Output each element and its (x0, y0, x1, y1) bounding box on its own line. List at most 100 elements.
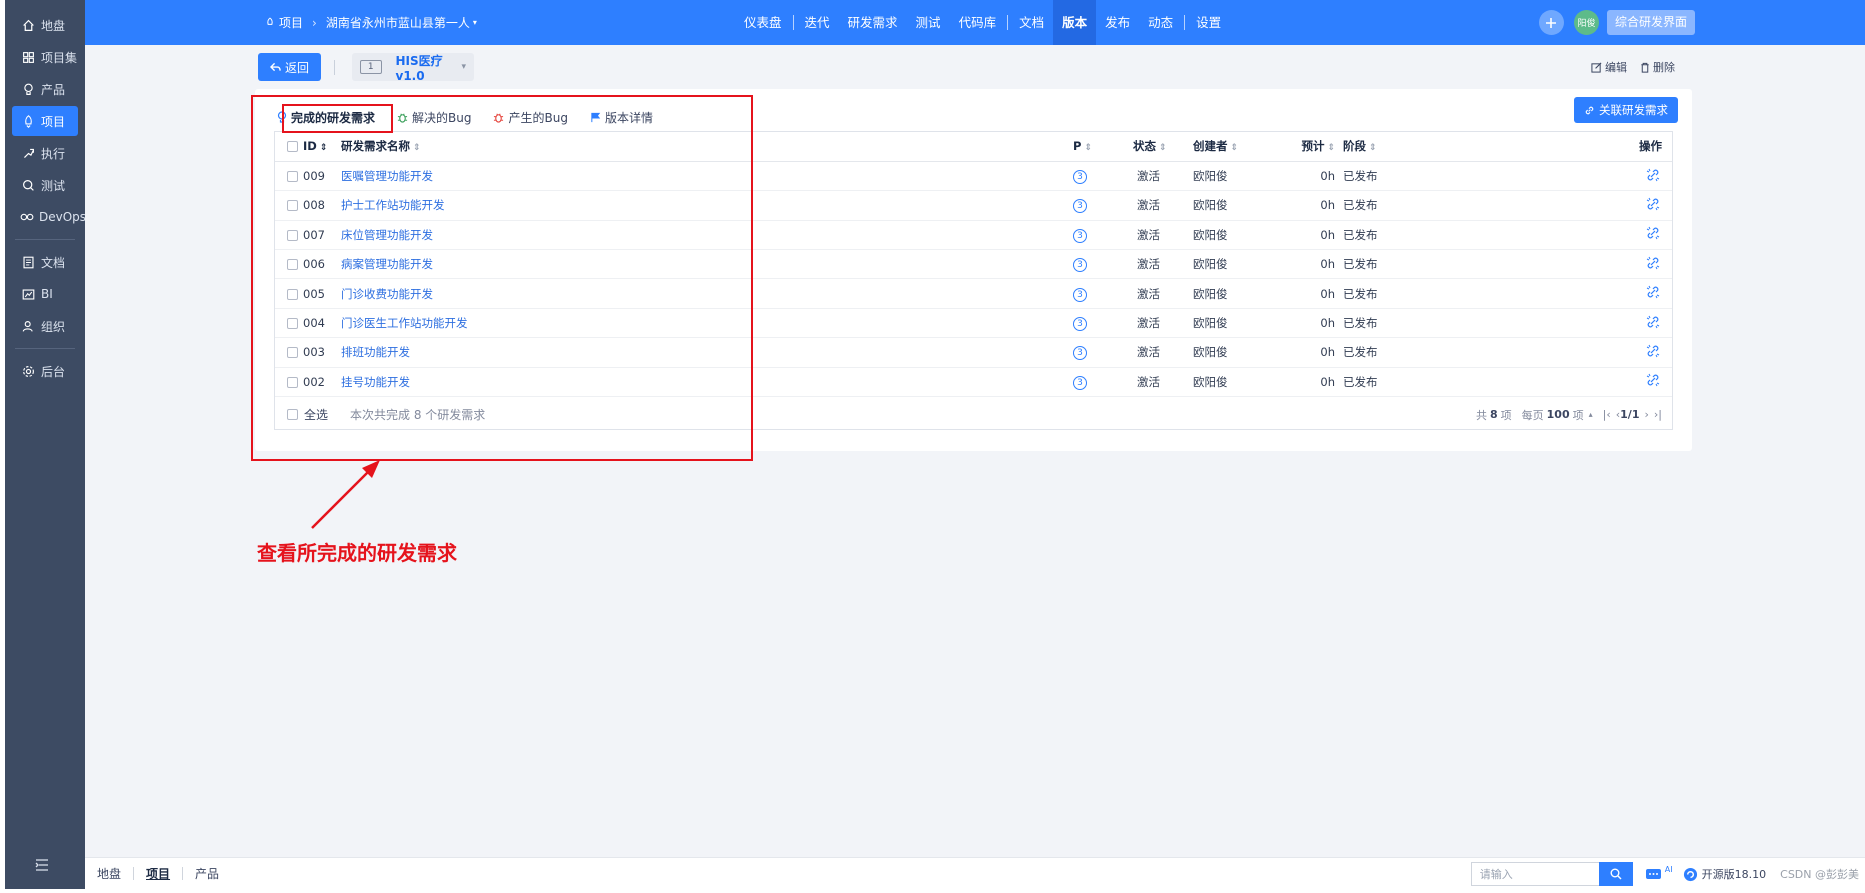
last-page-icon[interactable]: ›| (1654, 408, 1662, 421)
priority-badge: 3 (1073, 258, 1087, 273)
trash-icon (1641, 62, 1649, 73)
doc-icon (20, 254, 36, 270)
sidebar-item-program[interactable]: 项目集 (12, 42, 78, 72)
cell-status: 激活 (1133, 220, 1193, 251)
cell-estimate: 0h (1293, 161, 1343, 192)
sort-icon: ⇕ (1327, 143, 1335, 154)
bottom-bar: 地盘 项目 产品 请输入 AI 开源版18.10 CSDN @彭彭美 (85, 857, 1865, 889)
sidebar-item-execution[interactable]: 执行 (12, 138, 78, 168)
edit-icon (1591, 62, 1602, 73)
cell-estimate: 0h (1293, 190, 1343, 221)
tab-build[interactable]: 版本 (1053, 0, 1097, 45)
sidebar-divider (15, 348, 75, 349)
unlink-icon[interactable] (1646, 285, 1660, 299)
sidebar-item-admin[interactable]: 后台 (12, 356, 78, 386)
ai-chat-button[interactable]: AI (1645, 865, 1673, 882)
version-number-badge: 1 (360, 60, 382, 74)
version-info[interactable]: 开源版18.10 (1683, 866, 1767, 882)
search-button[interactable] (1598, 862, 1633, 886)
home-icon (20, 17, 36, 33)
sort-icon: ⇕ (1084, 143, 1092, 154)
sidebar-item-product[interactable]: 产品 (12, 74, 78, 104)
tab-settings[interactable]: 设置 (1187, 0, 1230, 45)
column-status[interactable]: 状态 ⇕ (1133, 132, 1193, 162)
unlink-icon[interactable] (1646, 256, 1660, 270)
chevron-up-icon[interactable]: ▴ (1589, 410, 1593, 419)
bottom-right: 请输入 AI 开源版18.10 CSDN @彭彭美 (1470, 858, 1865, 890)
column-estimate[interactable]: 预计 ⇕ (1293, 132, 1343, 162)
cell-estimate: 0h (1293, 278, 1343, 309)
sidebar-item-project[interactable]: 项目 (12, 106, 78, 136)
sort-icon: ⇕ (1159, 143, 1167, 154)
cell-stage: 已发布 (1343, 278, 1443, 309)
link-icon (1585, 106, 1594, 114)
tab-iteration[interactable]: 迭代 (796, 0, 839, 45)
annotation-text: 查看所完成的研发需求 (257, 541, 457, 565)
unlink-icon[interactable] (1646, 344, 1660, 358)
sidebar-item-bi[interactable]: BI (12, 279, 78, 309)
unlink-icon[interactable] (1646, 315, 1660, 329)
search-input[interactable]: 请输入 (1470, 862, 1599, 886)
magnifier-icon (20, 177, 36, 193)
column-stage[interactable]: 阶段 ⇕ (1343, 132, 1443, 162)
toolbar-actions: 编辑 删除 (1578, 53, 1675, 81)
breadcrumb-root[interactable]: 项目 (279, 14, 303, 31)
first-page-icon[interactable]: |‹ (1603, 408, 1611, 421)
cell-status: 激活 (1133, 308, 1193, 339)
sidebar-item-label: 项目 (41, 114, 66, 129)
cell-creator: 欧阳俊 (1193, 220, 1293, 251)
sidebar-item-doc[interactable]: 文档 (12, 247, 78, 277)
tab-dynamic[interactable]: 动态 (1139, 0, 1182, 45)
next-page-icon[interactable]: › (1644, 408, 1648, 421)
sidebar-item-devops[interactable]: DevOps (12, 202, 86, 232)
tab-story[interactable]: 研发需求 (839, 0, 907, 45)
link-story-label: 关联研发需求 (1599, 103, 1668, 117)
bottom-link-project[interactable]: 项目 (134, 865, 182, 882)
cell-stage: 已发布 (1343, 249, 1443, 280)
cell-creator: 欧阳俊 (1193, 161, 1293, 192)
total-count: 8 (1490, 408, 1498, 421)
cell-stage: 已发布 (1343, 220, 1443, 251)
tab-test[interactable]: 测试 (907, 0, 950, 45)
sidebar-item-test[interactable]: 测试 (12, 170, 78, 200)
unlink-icon[interactable] (1646, 226, 1660, 240)
cell-stage: 已发布 (1343, 161, 1443, 192)
version-text: 开源版18.10 (1701, 868, 1767, 881)
back-button[interactable]: 返回 (258, 53, 322, 81)
edit-button[interactable]: 编辑 (1591, 59, 1627, 75)
column-priority[interactable]: P ⇕ (1073, 132, 1133, 162)
create-plus-button[interactable] (1538, 10, 1564, 35)
tab-doc[interactable]: 文档 (1010, 0, 1053, 45)
cell-estimate: 0h (1293, 220, 1343, 251)
tab-release[interactable]: 发布 (1096, 0, 1139, 45)
switch-interface-button[interactable]: 综合研发界面 (1606, 10, 1695, 35)
sidebar-item-dashboard[interactable]: 地盘 (12, 10, 78, 40)
unlink-icon[interactable] (1646, 168, 1660, 182)
sort-icon: ⇕ (1369, 143, 1377, 154)
bottom-link-product[interactable]: 产品 (183, 865, 231, 882)
cell-creator: 欧阳俊 (1193, 308, 1293, 339)
avatar[interactable]: 阳俊 (1573, 10, 1599, 35)
rocket-icon (20, 113, 36, 129)
delete-button[interactable]: 删除 (1640, 59, 1675, 75)
per-page-count[interactable]: 100 (1547, 408, 1570, 421)
sidebar-item-org[interactable]: 组织 (12, 311, 78, 341)
chart-icon (20, 286, 36, 302)
breadcrumb-project[interactable]: 湖南省永州市蓝山县第一人 (326, 14, 470, 31)
version-picker[interactable]: 1 HIS医疗v1.0 ▾ (352, 53, 474, 83)
column-creator[interactable]: 创建者 ⇕ (1193, 132, 1293, 162)
tab-repo[interactable]: 代码库 (950, 0, 1006, 45)
delete-label: 删除 (1653, 61, 1675, 74)
tab-dashboard[interactable]: 仪表盘 (735, 0, 791, 45)
sidebar-item-label: 文档 (41, 255, 66, 270)
cell-status: 激活 (1133, 337, 1193, 368)
people-icon (20, 318, 36, 334)
chevron-down-icon[interactable]: ▾ (473, 18, 477, 27)
unlink-icon[interactable] (1646, 197, 1660, 211)
link-story-button[interactable]: 关联研发需求 (1574, 97, 1678, 123)
breadcrumb: 项目 › 湖南省永州市蓝山县第一人 ▾ (265, 0, 477, 45)
cell-status: 激活 (1133, 190, 1193, 221)
unlink-icon[interactable] (1646, 373, 1660, 387)
bottom-link-dashboard[interactable]: 地盘 (85, 865, 133, 882)
collapse-menu-icon[interactable] (35, 859, 55, 877)
